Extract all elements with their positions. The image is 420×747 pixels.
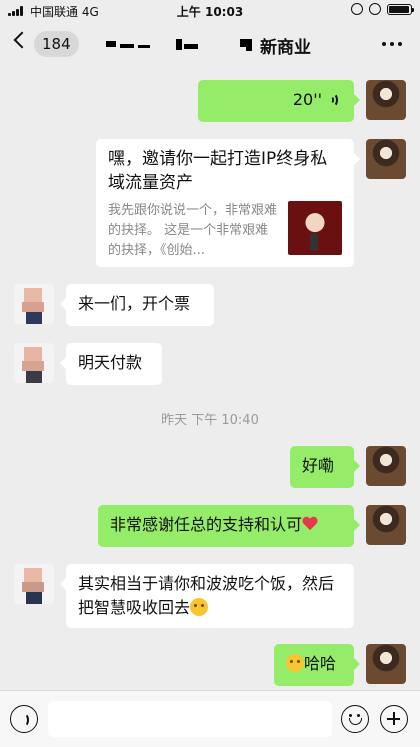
rotation-lock-icon [351, 3, 363, 15]
plus-icon[interactable] [380, 705, 408, 733]
contact-avatar[interactable] [14, 343, 54, 383]
alarm-icon [369, 3, 381, 15]
message-input[interactable] [48, 701, 332, 737]
emoji-icon[interactable] [341, 705, 369, 733]
input-bar [0, 690, 420, 747]
contact-avatar[interactable] [14, 564, 54, 604]
chat-header: 184 新商业 [0, 22, 420, 66]
my-avatar[interactable] [366, 446, 406, 486]
battery-icon [387, 3, 414, 15]
voice-bubble[interactable]: 20'' [198, 80, 360, 122]
thinking-emoji-icon [190, 598, 209, 616]
link-card-description: 我先跟你说说一个，非常艰难的抉择。 这是一个非常艰难的抉择，《创始... [108, 203, 278, 258]
message-bubble[interactable]: 其实相当于请你和波波吃个饭，然后把智慧吸收回去 [60, 564, 354, 628]
status-bar: 中国联通 4G 上午 10:03 [0, 0, 420, 22]
smile-emoji-icon [286, 654, 304, 672]
message-bubble[interactable]: 好嘞 [290, 446, 360, 488]
heart-emoji-icon [302, 516, 318, 532]
my-avatar[interactable] [366, 644, 406, 684]
message-bubble[interactable]: 哈哈 [274, 644, 360, 686]
my-avatar[interactable] [366, 80, 406, 120]
message-bubble[interactable]: 明天付款 [60, 343, 162, 385]
message-text: 哈哈 [304, 654, 337, 673]
message-bubble[interactable]: 非常感谢任总的支持和认可 [98, 505, 360, 547]
chat-title: 新商业 [100, 33, 320, 58]
voice-wave-icon [328, 92, 342, 108]
my-avatar[interactable] [366, 505, 406, 545]
contact-avatar[interactable] [14, 284, 54, 324]
message-bubble[interactable]: 来一们，开个票 [60, 284, 214, 326]
link-card[interactable]: 嘿，邀请你一起打造IP终身私域流量资产 我先跟你说说一个，非常艰难的抉择。 这是… [96, 139, 360, 267]
chevron-left-icon[interactable] [13, 31, 31, 49]
time-divider: 昨天 下午 10:40 [161, 413, 259, 428]
my-avatar[interactable] [366, 139, 406, 179]
unread-count-badge[interactable]: 184 [34, 31, 79, 57]
more-dots-icon[interactable] [382, 42, 402, 46]
voice-duration: 20'' [292, 90, 322, 109]
message-text: 非常感谢任总的支持和认可 [110, 515, 303, 534]
link-card-thumbnail [288, 201, 342, 255]
chat-title-text: 新商业 [260, 38, 311, 58]
voice-icon[interactable] [10, 705, 38, 733]
link-card-title: 嘿，邀请你一起打造IP终身私域流量资产 [108, 149, 328, 193]
